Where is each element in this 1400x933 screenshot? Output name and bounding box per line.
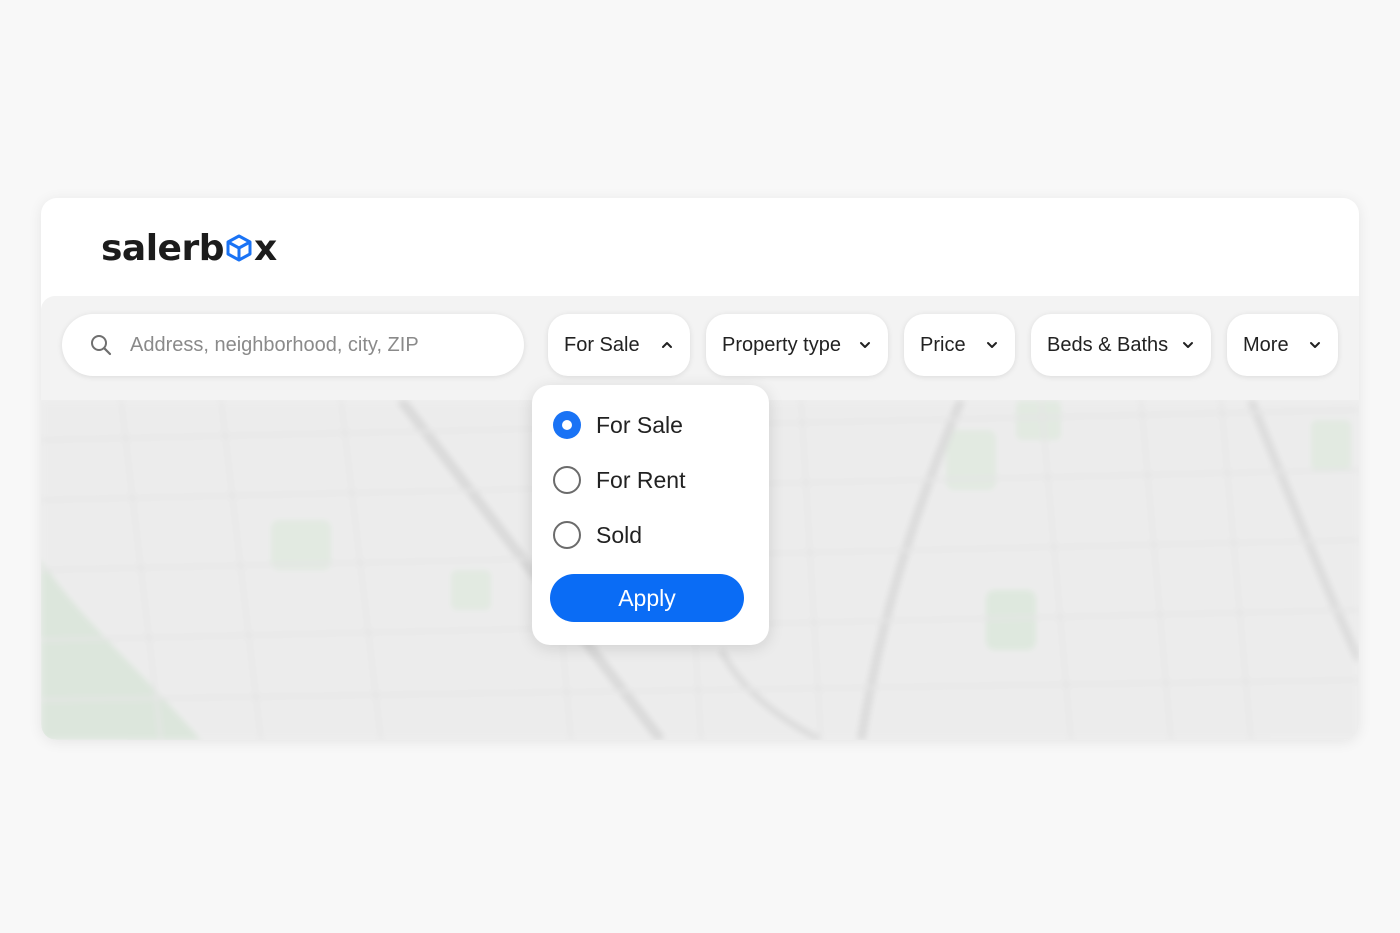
- logo-text-prefix: salerb: [101, 227, 225, 269]
- more-filter-label: More: [1243, 333, 1289, 356]
- option-sold[interactable]: Sold: [553, 521, 642, 549]
- for-sale-filter-button[interactable]: For Sale: [548, 314, 690, 376]
- beds-baths-filter-label: Beds & Baths: [1047, 333, 1169, 356]
- price-filter-button[interactable]: Price: [904, 314, 1015, 376]
- search-box[interactable]: [62, 314, 524, 376]
- property-type-filter-button[interactable]: Property type: [706, 314, 888, 376]
- beds-baths-filter-button[interactable]: Beds & Baths: [1031, 314, 1211, 376]
- chevron-up-icon: [662, 342, 672, 348]
- cube-logo-icon: [226, 234, 252, 262]
- option-for-sale[interactable]: For Sale: [553, 411, 683, 439]
- listing-type-dropdown: For Sale For Rent Sold Apply: [532, 385, 769, 645]
- option-label: For Sale: [596, 411, 683, 438]
- search-icon: [91, 335, 112, 356]
- radio-selected-icon[interactable]: [553, 411, 581, 439]
- radio-unselected-icon[interactable]: [553, 466, 581, 494]
- apply-button[interactable]: Apply: [550, 574, 744, 622]
- logo-text-suffix: x: [254, 227, 277, 269]
- chevron-down-icon: [1310, 342, 1320, 348]
- option-for-rent[interactable]: For Rent: [553, 466, 685, 494]
- for-sale-filter-label: For Sale: [564, 333, 640, 356]
- more-filter-button[interactable]: More: [1227, 314, 1338, 376]
- option-label: For Rent: [596, 466, 686, 493]
- chevron-down-icon: [1183, 342, 1193, 348]
- chevron-down-icon: [987, 342, 997, 348]
- search-input[interactable]: [130, 333, 490, 357]
- logo: salerb x: [101, 226, 277, 270]
- option-label: Sold: [596, 521, 643, 548]
- chevron-down-icon: [860, 342, 870, 348]
- price-filter-label: Price: [920, 333, 966, 356]
- property-type-filter-label: Property type: [722, 333, 841, 356]
- radio-unselected-icon[interactable]: [553, 521, 581, 549]
